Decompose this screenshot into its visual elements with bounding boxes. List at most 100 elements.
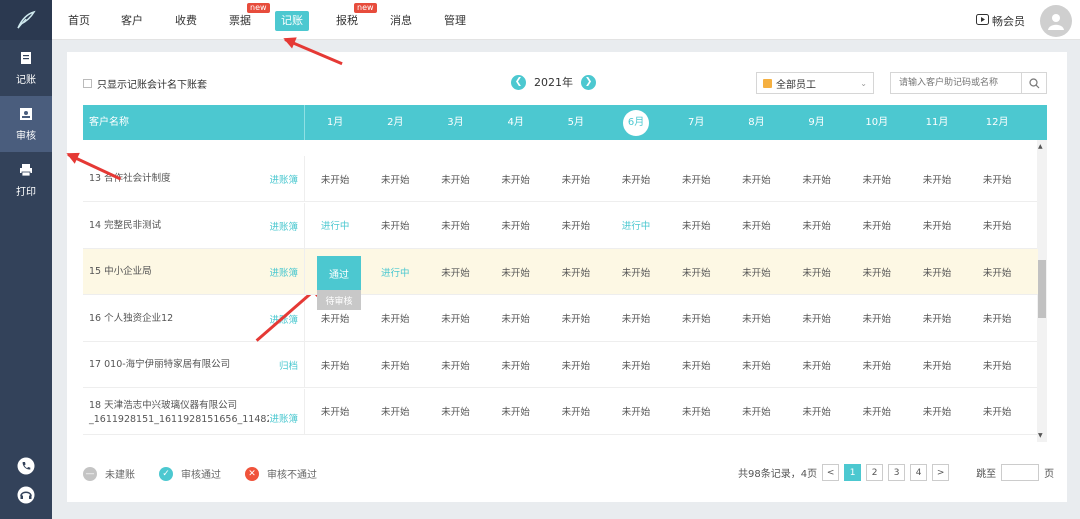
next-page-button[interactable]: >: [932, 464, 950, 481]
sidebar-item-print[interactable]: 打印: [0, 152, 52, 208]
phone-icon[interactable]: [17, 457, 35, 478]
status-cell[interactable]: 进行中: [606, 203, 666, 248]
status-cell[interactable]: 未开始: [425, 342, 485, 387]
status-cell[interactable]: 未开始: [907, 389, 967, 434]
status-cell[interactable]: 未开始: [365, 389, 425, 434]
status-cell[interactable]: 未开始: [907, 203, 967, 248]
status-cell[interactable]: 未开始: [967, 156, 1027, 201]
status-cell[interactable]: 未开始: [425, 203, 485, 248]
status-cell[interactable]: 未开始: [305, 389, 365, 434]
ledger-action-link[interactable]: 进账簿: [269, 265, 298, 279]
status-cell[interactable]: 未开始: [907, 249, 967, 294]
status-cell[interactable]: 未开始: [726, 389, 786, 434]
status-cell[interactable]: 未开始: [847, 342, 907, 387]
status-cell[interactable]: 未开始: [546, 203, 606, 248]
nav-tax[interactable]: 报税 new: [332, 3, 377, 31]
status-cell[interactable]: 未开始: [787, 249, 847, 294]
app-logo[interactable]: [0, 0, 52, 40]
staff-select[interactable]: 全部员工 ⌄: [756, 72, 874, 94]
vip-link[interactable]: 畅会员: [976, 13, 1025, 29]
status-cell[interactable]: 未开始: [967, 389, 1027, 434]
jump-page-input[interactable]: [1001, 464, 1040, 481]
status-cell[interactable]: 未开始: [907, 296, 967, 341]
prev-page-button[interactable]: <: [822, 464, 840, 481]
status-cell[interactable]: 未开始: [666, 296, 726, 341]
status-cell[interactable]: 未开始: [907, 342, 967, 387]
search-input[interactable]: [891, 73, 1021, 93]
status-cell[interactable]: 未开始: [726, 342, 786, 387]
status-cell[interactable]: 未开始: [546, 389, 606, 434]
nav-fees[interactable]: 收费: [171, 11, 201, 31]
status-cell[interactable]: 未开始: [787, 342, 847, 387]
status-cell[interactable]: 未开始: [847, 203, 907, 248]
status-cell[interactable]: 未开始: [967, 249, 1027, 294]
search-button[interactable]: [1021, 73, 1046, 93]
status-cell[interactable]: 未开始: [606, 156, 666, 201]
nav-customers[interactable]: 客户: [117, 11, 147, 31]
sidebar-item-review[interactable]: 审核: [0, 96, 52, 152]
ledger-action-link[interactable]: 归档: [279, 358, 298, 372]
status-cell[interactable]: 未开始: [726, 249, 786, 294]
page-button[interactable]: 2: [866, 464, 884, 481]
page-button[interactable]: 1: [844, 464, 862, 481]
page-button[interactable]: 3: [888, 464, 906, 481]
scroll-thumb[interactable]: [1038, 260, 1046, 318]
status-cell[interactable]: 未开始: [486, 203, 546, 248]
next-year-button[interactable]: ❯: [581, 74, 596, 90]
status-cell[interactable]: 未开始: [726, 203, 786, 248]
status-cell[interactable]: 未开始: [907, 156, 967, 201]
status-cell[interactable]: 未开始: [365, 203, 425, 248]
status-cell[interactable]: 未开始: [606, 249, 666, 294]
status-cell[interactable]: 未开始: [787, 203, 847, 248]
status-cell[interactable]: 未开始: [486, 342, 546, 387]
status-cell[interactable]: 未开始: [546, 249, 606, 294]
status-cell[interactable]: 未开始: [967, 296, 1027, 341]
status-cell[interactable]: 未开始: [425, 249, 485, 294]
approve-button[interactable]: 通过: [317, 256, 361, 290]
status-cell[interactable]: 未开始: [726, 296, 786, 341]
nav-admin[interactable]: 管理: [440, 11, 470, 31]
vertical-scrollbar[interactable]: ▲ ▼: [1037, 140, 1047, 442]
only-show-checkbox[interactable]: 只显示记账会计名下账套: [83, 76, 207, 91]
checkbox-box[interactable]: [83, 79, 92, 88]
support-headset-icon[interactable]: [17, 486, 35, 507]
ledger-action-link[interactable]: 进账簿: [269, 219, 298, 233]
status-cell[interactable]: 未开始: [365, 342, 425, 387]
status-cell[interactable]: 未开始: [726, 156, 786, 201]
nav-receipts[interactable]: 票据 new: [225, 3, 270, 31]
status-cell[interactable]: 未开始: [847, 296, 907, 341]
sidebar-item-ledger[interactable]: 记账: [0, 40, 52, 96]
status-cell[interactable]: 未开始: [606, 389, 666, 434]
status-cell[interactable]: 未开始: [967, 203, 1027, 248]
ledger-action-link[interactable]: 进账簿: [269, 172, 298, 186]
status-cell[interactable]: 未开始: [486, 389, 546, 434]
status-cell[interactable]: 未开始: [486, 156, 546, 201]
status-cell[interactable]: 未开始: [365, 156, 425, 201]
status-cell[interactable]: 未开始: [606, 342, 666, 387]
status-cell[interactable]: 进行中: [305, 203, 365, 248]
status-cell[interactable]: 未开始: [486, 249, 546, 294]
status-cell[interactable]: 未开始: [425, 389, 485, 434]
avatar[interactable]: [1040, 5, 1072, 37]
status-cell[interactable]: 未开始: [847, 389, 907, 434]
status-cell[interactable]: 未开始: [666, 249, 726, 294]
status-cell[interactable]: 未开始: [666, 389, 726, 434]
status-cell-approved[interactable]: 通过 待审核: [305, 249, 365, 310]
status-cell[interactable]: 未开始: [425, 156, 485, 201]
nav-bookkeeping[interactable]: 记账: [275, 11, 309, 31]
page-button[interactable]: 4: [910, 464, 928, 481]
status-cell[interactable]: 未开始: [546, 156, 606, 201]
status-cell[interactable]: 未开始: [365, 296, 425, 341]
nav-messages[interactable]: 消息: [386, 11, 416, 31]
status-cell[interactable]: 未开始: [847, 249, 907, 294]
status-cell[interactable]: 未开始: [666, 156, 726, 201]
status-cell[interactable]: 未开始: [967, 342, 1027, 387]
status-cell[interactable]: 未开始: [486, 296, 546, 341]
pending-review-button[interactable]: 待审核: [317, 290, 361, 310]
status-cell[interactable]: 未开始: [787, 156, 847, 201]
prev-year-button[interactable]: ❮: [511, 74, 526, 90]
status-cell[interactable]: 未开始: [606, 296, 666, 341]
nav-home[interactable]: 首页: [64, 11, 94, 31]
ledger-action-link[interactable]: 进账簿: [269, 410, 298, 425]
scroll-up-icon[interactable]: ▲: [1038, 143, 1043, 150]
